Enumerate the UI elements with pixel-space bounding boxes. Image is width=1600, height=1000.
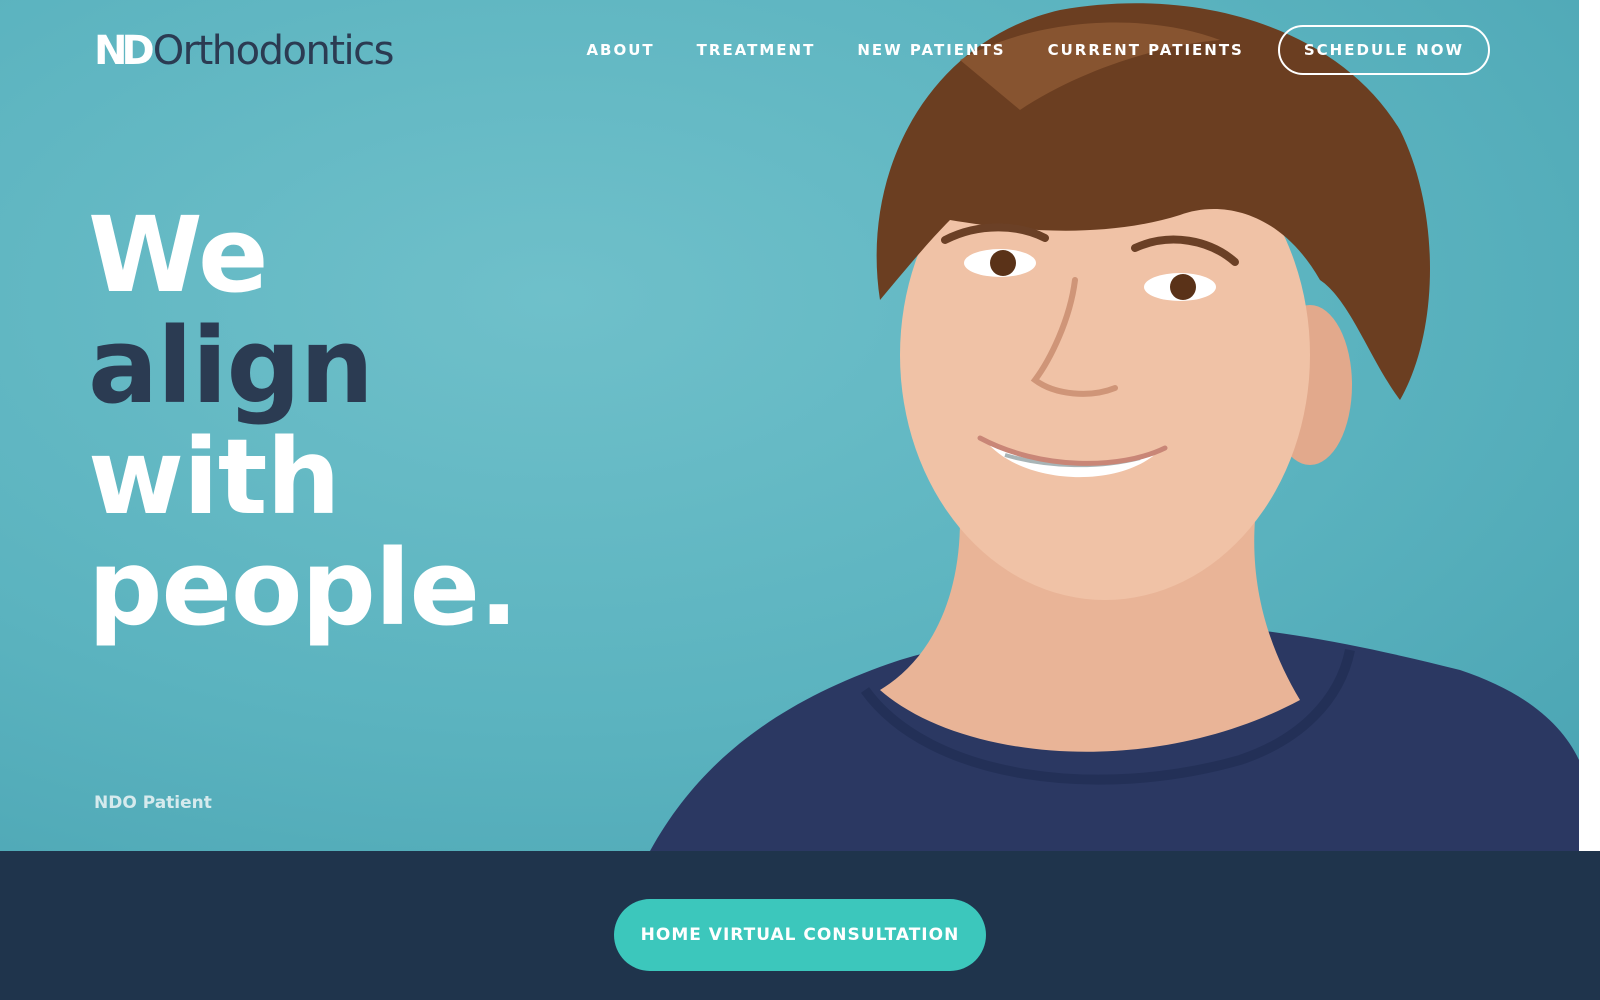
logo-wordmark: Orthodontics bbox=[152, 28, 395, 74]
nav-new-patients[interactable]: NEW PATIENTS bbox=[857, 41, 1005, 59]
headline-line-4: people. bbox=[88, 527, 519, 649]
logo-mark: ND bbox=[94, 28, 155, 74]
nav-about[interactable]: ABOUT bbox=[586, 41, 654, 59]
headline-line-2: align bbox=[88, 305, 374, 427]
left-iris bbox=[990, 250, 1016, 276]
hero-section: ND Orthodontics ABOUT TREATMENT NEW PATI… bbox=[0, 0, 1579, 851]
main-nav: ABOUT TREATMENT NEW PATIENTS CURRENT PAT… bbox=[586, 25, 1490, 75]
photo-caption: NDO Patient bbox=[94, 793, 212, 813]
headline-line-1: We bbox=[88, 194, 269, 316]
hero-headline: We align with people. bbox=[88, 194, 519, 649]
page-edge bbox=[1579, 0, 1600, 851]
schedule-now-button[interactable]: SCHEDULE NOW bbox=[1277, 25, 1490, 75]
home-virtual-consultation-button[interactable]: HOME VIRTUAL CONSULTATION bbox=[614, 899, 986, 971]
right-iris bbox=[1170, 274, 1196, 300]
logo[interactable]: ND Orthodontics bbox=[94, 28, 395, 74]
nav-current-patients[interactable]: CURRENT PATIENTS bbox=[1048, 41, 1244, 59]
headline-line-3: with bbox=[88, 416, 340, 538]
nav-treatment[interactable]: TREATMENT bbox=[697, 41, 816, 59]
